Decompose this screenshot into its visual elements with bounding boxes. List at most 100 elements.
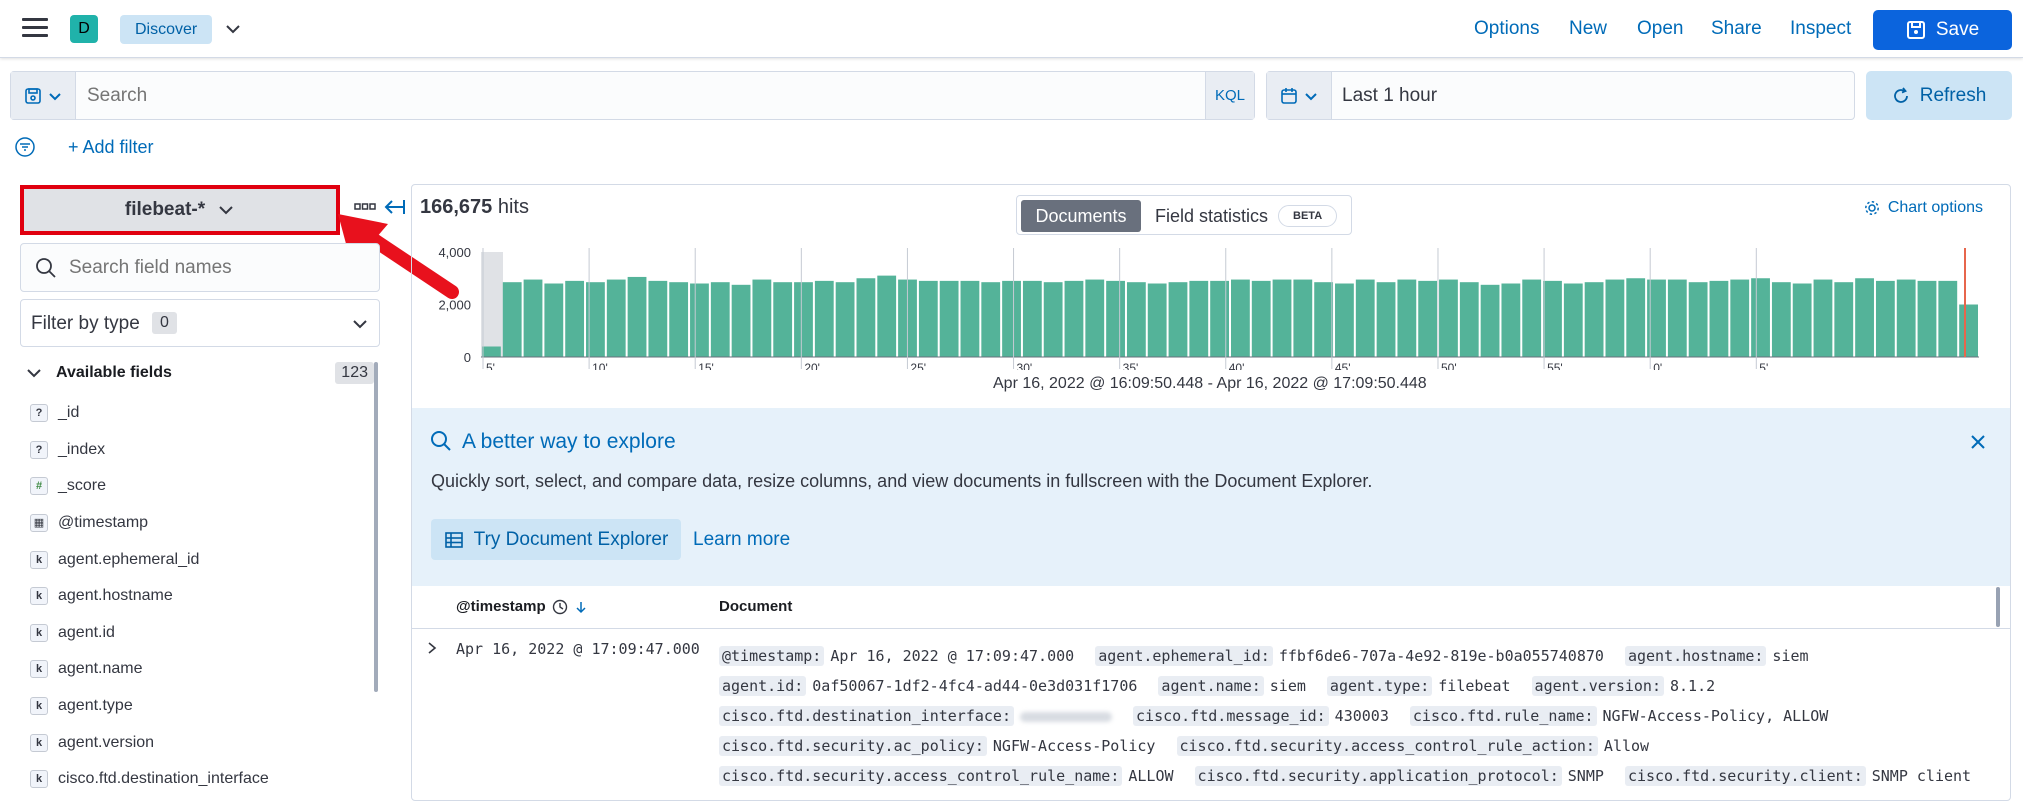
save-button[interactable]: Save [1873,10,2012,50]
field-item[interactable]: k agent.version [30,724,370,761]
row-document: @timestamp: Apr 16, 2022 @ 17:09:47.000 a… [719,641,1999,791]
tab-documents[interactable]: Documents [1021,200,1141,232]
table-scrollbar[interactable] [1996,587,2000,627]
filter-row: + Add filter [14,134,154,160]
histogram-bar [1563,283,1583,357]
histogram-bar [523,279,543,357]
histogram-bar [773,282,793,357]
column-header-timestamp[interactable]: @timestamp [456,598,588,615]
number-field-icon: # [30,477,48,496]
field-name: _score [58,477,107,495]
field-item[interactable]: k agent.ephemeral_id [30,541,370,578]
field-item[interactable]: k cisco.ftd.destination_interface [30,761,370,798]
learn-more-link[interactable]: Learn more [693,529,790,551]
document-field-value: 0af50067-1df2-4fc4-ad44-0e3d031f1706 [812,677,1138,695]
document-field-value: 8.1.2 [1669,677,1716,695]
chevron-down-icon[interactable] [222,18,244,40]
redacted-value [1019,711,1112,722]
share-link[interactable]: Share [1711,18,1762,40]
document-field-pair: @timestamp: Apr 16, 2022 @ 17:09:47.000 [719,646,1086,666]
hits-counter: 166,675 hits [420,196,529,219]
histogram-bar [606,279,626,357]
filter-by-type-button[interactable]: Filter by type 0 [20,299,380,347]
field-item[interactable]: k agent.name [30,651,370,688]
close-icon[interactable] [1970,434,1986,450]
document-field-value: ffbf6de6-707a-4e92-819e-b0a055740870 [1278,647,1604,665]
field-item[interactable]: ▦ @timestamp [30,505,370,542]
space-avatar[interactable]: D [70,15,98,43]
query-language-button[interactable]: KQL [1205,72,1254,119]
document-field-key: agent.name: [1158,676,1264,696]
options-link[interactable]: Options [1474,18,1539,40]
index-pattern-selector[interactable]: filebeat-* [20,185,340,235]
document-field-value: Apr 16, 2022 @ 17:09:47.000 [830,647,1075,665]
chevron-down-icon [1305,92,1317,100]
saved-query-menu-button[interactable] [11,72,76,119]
query-bar: KQL [10,71,1255,120]
histogram-bar [1584,282,1604,357]
available-fields-toggle[interactable]: Available fields 123 [26,362,374,384]
open-link[interactable]: Open [1637,18,1683,40]
inspect-link[interactable]: Inspect [1790,18,1851,40]
clock-icon [552,599,567,614]
breadcrumb-discover[interactable]: Discover [120,15,213,44]
document-field-value: Allow [1603,737,1650,755]
document-field-pair: agent.id: 0af50067-1df2-4fc4-ad44-0e3d031… [719,676,1149,696]
field-item[interactable]: k agent.hostname [30,578,370,615]
histogram-bar [1896,279,1916,357]
document-field-key: cisco.ftd.message_id: [1133,706,1329,726]
histogram-bar [1043,282,1063,357]
field-search-input[interactable] [69,244,369,291]
filter-by-type-label: Filter by type [31,313,140,334]
field-name: @timestamp [58,514,149,532]
field-item[interactable]: k agent.id [30,615,370,652]
histogram-bar [1875,280,1895,357]
document-field-pair: agent.name: siem [1158,676,1317,696]
available-fields-label: Available fields [56,364,172,381]
document-field-pair: cisco.ftd.security.client: SNMP client [1624,766,1983,786]
histogram-bar [669,282,689,357]
histogram-bar [1543,280,1562,357]
field-name: agent.id [58,623,115,641]
histogram-bar [1480,284,1500,357]
document-field-value: siem [1269,677,1306,695]
chart-options-button[interactable]: Chart options [1864,199,1983,217]
more-options-icon[interactable] [354,200,376,214]
sort-down-icon[interactable] [574,600,588,614]
field-item[interactable]: # _score [30,468,370,505]
histogram-bar [960,280,980,357]
hits-count: 166,675 [420,196,493,218]
try-document-explorer-button[interactable]: Try Document Explorer [431,519,681,560]
document-field-key: cisco.ftd.security.access_control_rule_n… [719,766,1123,786]
refresh-button[interactable]: Refresh [1866,71,2012,120]
search-input[interactable] [87,72,1197,119]
date-range-display[interactable]: Last 1 hour [1342,72,1437,119]
document-field-key: agent.type: [1326,676,1433,696]
table-icon [444,531,463,548]
tab-field-statistics[interactable]: Field statistics BETA [1155,200,1338,232]
histogram-bar [1106,280,1125,357]
add-filter-button[interactable]: + Add filter [68,137,154,158]
time-range-label: Apr 16, 2022 @ 16:09:50.448 - Apr 16, 20… [993,375,1427,392]
refresh-label: Refresh [1919,84,1987,106]
quick-menu-button[interactable] [1267,72,1332,119]
new-link[interactable]: New [1569,18,1607,40]
document-field-value: NGFW-Access-Policy, ALLOW [1602,707,1829,725]
field-item[interactable]: ? _id [30,395,370,432]
field-name: agent.hostname [58,587,173,605]
histogram-bar [482,346,501,357]
column-header-document: Document [719,598,793,615]
document-field-value: NGFW-Access-Policy [992,737,1156,755]
field-item[interactable]: k agent.type [30,688,370,725]
histogram-bar [1293,279,1313,357]
filter-menu-icon[interactable] [14,136,36,158]
document-field-key: cisco.ftd.security.access_control_rule_a… [1176,736,1598,756]
collapse-sidebar-icon[interactable] [384,198,406,216]
chevron-right-icon[interactable] [424,640,440,656]
hamburger-menu-icon[interactable] [22,18,48,40]
sidebar-scrollbar[interactable] [374,362,378,692]
histogram-bar [1605,279,1625,357]
table-row: Apr 16, 2022 @ 17:09:47.000 @timestamp: A… [412,630,2010,801]
view-tabs: Documents Field statistics BETA [1016,195,1352,235]
field-item[interactable]: ? _index [30,432,370,469]
